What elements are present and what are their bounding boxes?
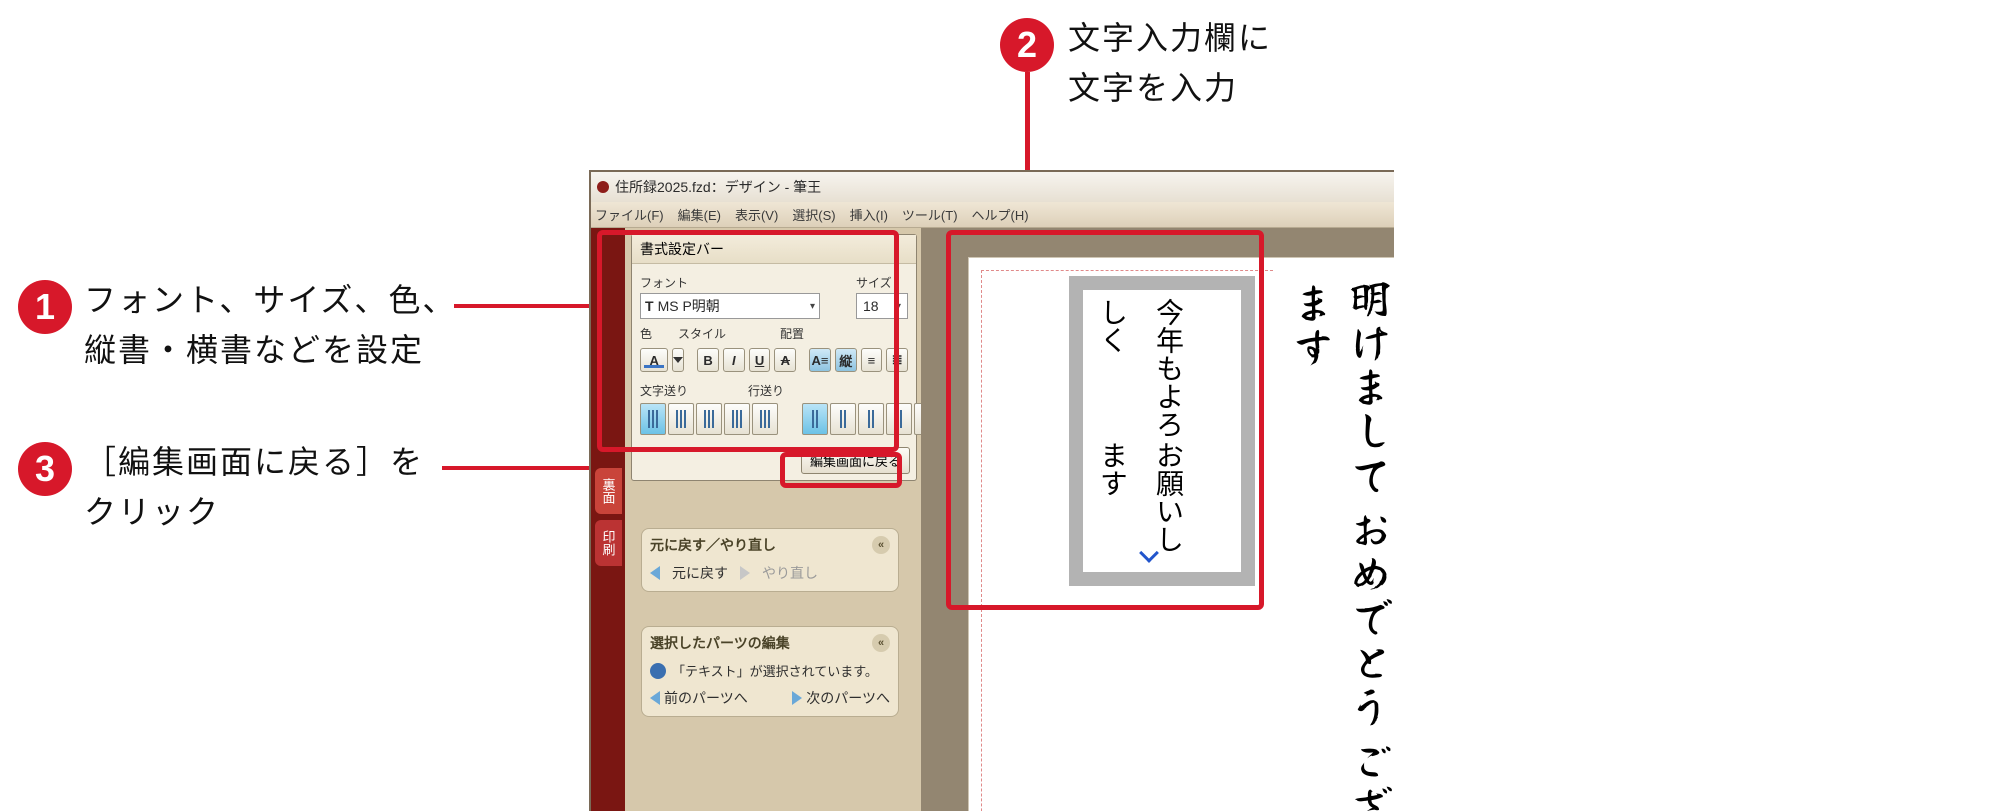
text-line-2: お願いします	[1083, 441, 1195, 564]
info-icon	[650, 663, 666, 679]
selected-parts-title: 選択したパーツの編集	[650, 633, 790, 653]
text-input-frame[interactable]: 今年もよろしく お願いします	[1069, 276, 1255, 586]
title-bar: 住所録2025.fzd：デザイン - 筆王	[591, 172, 1394, 202]
format-panel: 書式設定バー フォント T MS P明朝 ▾	[631, 234, 917, 481]
side-panel-column: 書式設定バー フォント T MS P明朝 ▾	[625, 228, 921, 811]
line-spacing-1[interactable]	[802, 403, 828, 435]
callout-text-1: フォント、サイズ、色、 縦書・横書などを設定	[84, 276, 456, 375]
triangle-right-icon	[740, 566, 750, 580]
menu-view[interactable]: 表示(V)	[735, 205, 778, 224]
italic-button[interactable]: I	[723, 348, 745, 372]
prev-part-button[interactable]: 前のパーツへ	[664, 688, 748, 708]
chevron-down-icon: ▾	[810, 301, 815, 312]
char-spacing-5[interactable]	[752, 403, 778, 435]
label-size: サイズ	[856, 274, 908, 291]
selected-parts-panel: 選択したパーツの編集 « 「テキスト」が選択されています。 前のパーツへ	[641, 626, 899, 717]
callout-badge-1: 1	[18, 280, 72, 334]
callout-1-line2: 縦書・横書などを設定	[84, 326, 456, 376]
design-canvas[interactable]: 今年もよろしく お願いします 明けまして おめでとう ございます	[921, 228, 1394, 811]
callout-3-line2: クリック	[84, 488, 424, 538]
char-spacing-4[interactable]	[724, 403, 750, 435]
menu-file[interactable]: ファイル(F)	[595, 205, 664, 224]
font-value: MS P明朝	[658, 296, 720, 316]
underline-button[interactable]: U	[749, 348, 771, 372]
undo-redo-panel: 元に戻す／やり直し « 元に戻す やり直し	[641, 528, 899, 592]
menu-help[interactable]: ヘルプ(H)	[972, 205, 1029, 224]
char-spacing-1[interactable]	[640, 403, 666, 435]
text-line-1: 今年もよろしく	[1083, 298, 1195, 441]
app-window: 住所録2025.fzd：デザイン - 筆王 ファイル(F) 編集(E) 表示(V…	[589, 170, 1394, 811]
label-line-spacing: 行送り	[748, 382, 784, 399]
menu-select[interactable]: 選択(S)	[792, 205, 835, 224]
callout-2-line1: 文字入力欄に	[1068, 14, 1272, 64]
calligraphy-art: 明けまして おめでとう ございます	[1274, 258, 1394, 811]
color-button[interactable]: A	[640, 348, 668, 372]
calligraphy-line-1: 明けまして	[1338, 274, 1394, 498]
align-horizontal-button[interactable]: A≡	[809, 348, 831, 372]
app-icon	[597, 181, 609, 193]
align-extra-2-button[interactable]: ≣	[886, 348, 908, 372]
callout-text-2: 文字入力欄に 文字を入力	[1068, 14, 1272, 113]
align-vertical-button[interactable]: 縦	[835, 348, 857, 372]
collapse-icon[interactable]: «	[872, 536, 890, 554]
menu-edit[interactable]: 編集(E)	[678, 205, 721, 224]
format-panel-title: 書式設定バー	[632, 235, 916, 264]
label-char-spacing: 文字送り	[640, 382, 688, 399]
callout-3-line1: ［編集画面に戻る］を	[84, 438, 424, 488]
callout-2-line2: 文字を入力	[1068, 64, 1272, 114]
undo-button[interactable]: 元に戻す	[672, 563, 728, 583]
left-tab-strip: 裏面 印刷	[591, 228, 625, 811]
calligraphy-line-2: おめでとう	[1338, 505, 1394, 729]
triangle-left-icon	[650, 566, 660, 580]
selected-parts-message: 「テキスト」が選択されています。	[672, 661, 878, 680]
chevron-down-icon: ▾	[896, 301, 901, 312]
triangle-left-icon	[650, 691, 660, 705]
size-dropdown[interactable]: 18 ▾	[856, 293, 908, 319]
label-color: 色	[640, 325, 652, 342]
triangle-right-icon	[792, 691, 802, 705]
chevron-down-icon	[673, 357, 683, 363]
window-title: 住所録2025.fzd：デザイン - 筆王	[615, 177, 821, 197]
menu-insert[interactable]: 挿入(I)	[850, 205, 888, 224]
line-spacing-group	[802, 403, 940, 435]
connector-1	[454, 304, 600, 308]
char-spacing-3[interactable]	[696, 403, 722, 435]
callout-1-line1: フォント、サイズ、色、	[84, 276, 456, 326]
char-spacing-group	[640, 403, 778, 435]
label-align: 配置	[780, 325, 804, 342]
align-extra-1-button[interactable]: ≡	[861, 348, 883, 372]
line-spacing-2[interactable]	[830, 403, 856, 435]
redo-button[interactable]: やり直し	[762, 563, 818, 583]
font-dropdown[interactable]: T MS P明朝 ▾	[640, 293, 820, 319]
line-spacing-4[interactable]	[886, 403, 912, 435]
size-value: 18	[863, 298, 879, 314]
callout-text-3: ［編集画面に戻る］を クリック	[84, 438, 424, 537]
vertical-text: 今年もよろしく お願いします	[1083, 290, 1205, 572]
format-panel-body: フォント T MS P明朝 ▾ サイズ 18	[632, 264, 916, 443]
undo-redo-panel-title: 元に戻す／やり直し	[650, 535, 776, 555]
callout-badge-2: 2	[1000, 18, 1054, 72]
line-spacing-3[interactable]	[858, 403, 884, 435]
figure-root: 2 文字入力欄に 文字を入力 1 フォント、サイズ、色、 縦書・横書などを設定 …	[0, 0, 2000, 811]
label-font: フォント	[640, 274, 846, 291]
window-body: 裏面 印刷 書式設定バー フォント T MS P明朝	[591, 228, 1394, 811]
menu-tools[interactable]: ツール(T)	[902, 205, 958, 224]
collapse-icon[interactable]: «	[872, 634, 890, 652]
label-style: スタイル	[678, 325, 726, 342]
menu-bar: ファイル(F) 編集(E) 表示(V) 選択(S) 挿入(I) ツール(T) ヘ…	[591, 202, 1394, 228]
char-spacing-2[interactable]	[668, 403, 694, 435]
bold-button[interactable]: B	[697, 348, 719, 372]
tab-insatsu[interactable]: 印刷	[595, 520, 622, 566]
return-to-edit-button[interactable]: 編集画面に戻る	[801, 447, 910, 474]
strike-button[interactable]: A	[774, 348, 796, 372]
color-dropdown-button[interactable]	[672, 348, 684, 372]
callout-badge-3: 3	[18, 442, 72, 496]
next-part-button[interactable]: 次のパーツへ	[806, 688, 890, 708]
tab-uramen[interactable]: 裏面	[595, 468, 622, 514]
